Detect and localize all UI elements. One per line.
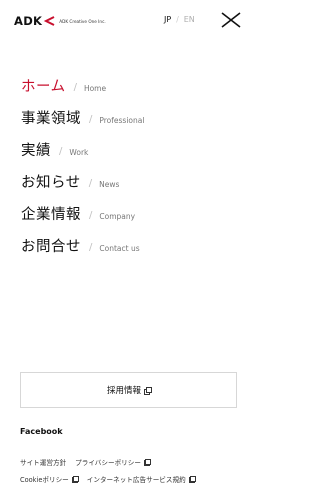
logo-chevron-icon	[44, 16, 55, 26]
recruit-button[interactable]: 採用情報	[20, 372, 237, 408]
site-policy-label: サイト運営方針	[20, 458, 67, 467]
recruit-label: 採用情報	[106, 386, 141, 396]
cookie-policy-link[interactable]: Cookieポリシー	[20, 474, 80, 484]
main-nav: ホーム / Home 事業領域 / Professional 実績 / Work…	[21, 75, 241, 267]
nav-label-en: Contact us	[99, 244, 140, 253]
nav-slash: /	[89, 210, 93, 221]
nav-item-contact[interactable]: お問合せ / Contact us	[21, 235, 241, 267]
lang-jp[interactable]: JP	[164, 15, 171, 24]
lang-en[interactable]: EN	[184, 15, 195, 24]
nav-item-news[interactable]: お知らせ / News	[21, 171, 241, 203]
nav-label-jp: 事業領域	[21, 111, 81, 127]
nav-item-company[interactable]: 企業情報 / Company	[21, 203, 241, 235]
nav-label-jp: 企業情報	[21, 207, 81, 223]
nav-label-en: Home	[83, 84, 107, 93]
external-link-icon	[188, 475, 197, 483]
nav-label-en: Professional	[99, 116, 145, 125]
nav-label-en: Work	[69, 148, 89, 157]
language-switcher: JP / EN	[164, 15, 195, 24]
nav-label-jp: ホーム	[21, 79, 66, 95]
footer-links: サイト運営方針 プライバシーポリシー Cookieポリシー インターネット広告サ…	[20, 453, 250, 487]
logo-text: ADK	[14, 14, 43, 28]
logo-mark: ADK	[14, 14, 55, 28]
nav-slash: /	[59, 146, 63, 157]
nav-slash: /	[88, 178, 93, 189]
nav-label-en: News	[99, 180, 120, 189]
privacy-policy-label: プライバシーポリシー	[75, 458, 141, 467]
nav-slash: /	[89, 114, 93, 125]
nav-item-home[interactable]: ホーム / Home	[21, 75, 241, 107]
nav-label-jp: お知らせ	[21, 175, 81, 191]
footer-links-row: サイト運営方針 プライバシーポリシー	[20, 453, 250, 470]
external-link-icon	[144, 387, 152, 395]
nav-item-professional[interactable]: 事業領域 / Professional	[21, 107, 241, 139]
facebook-link[interactable]: Facebook	[20, 427, 63, 436]
nav-slash: /	[73, 82, 77, 93]
nav-label-en: Company	[99, 212, 136, 221]
ad-terms-label: インターネット広告サービス規約	[86, 475, 186, 484]
nav-label-jp: 実績	[21, 143, 51, 159]
header: ADK ADK Creative One Inc. JP / EN	[0, 0, 257, 40]
cookie-policy-label: Cookieポリシー	[20, 475, 69, 484]
external-link-icon	[143, 458, 152, 466]
nav-label-jp: お問合せ	[21, 239, 81, 255]
nav-item-work[interactable]: 実績 / Work	[21, 139, 241, 171]
external-link-icon	[71, 475, 80, 483]
logo[interactable]: ADK ADK Creative One Inc.	[14, 14, 106, 28]
site-policy-link[interactable]: サイト運営方針	[20, 457, 66, 467]
privacy-policy-link[interactable]: プライバシーポリシー	[75, 457, 152, 467]
footer-links-row: Cookieポリシー インターネット広告サービス規約	[20, 470, 250, 487]
ad-terms-link[interactable]: インターネット広告サービス規約	[86, 474, 197, 484]
nav-slash: /	[89, 242, 93, 253]
close-icon[interactable]	[220, 11, 242, 29]
logo-subtitle: ADK Creative One Inc.	[59, 19, 106, 24]
lang-separator: /	[176, 15, 179, 24]
